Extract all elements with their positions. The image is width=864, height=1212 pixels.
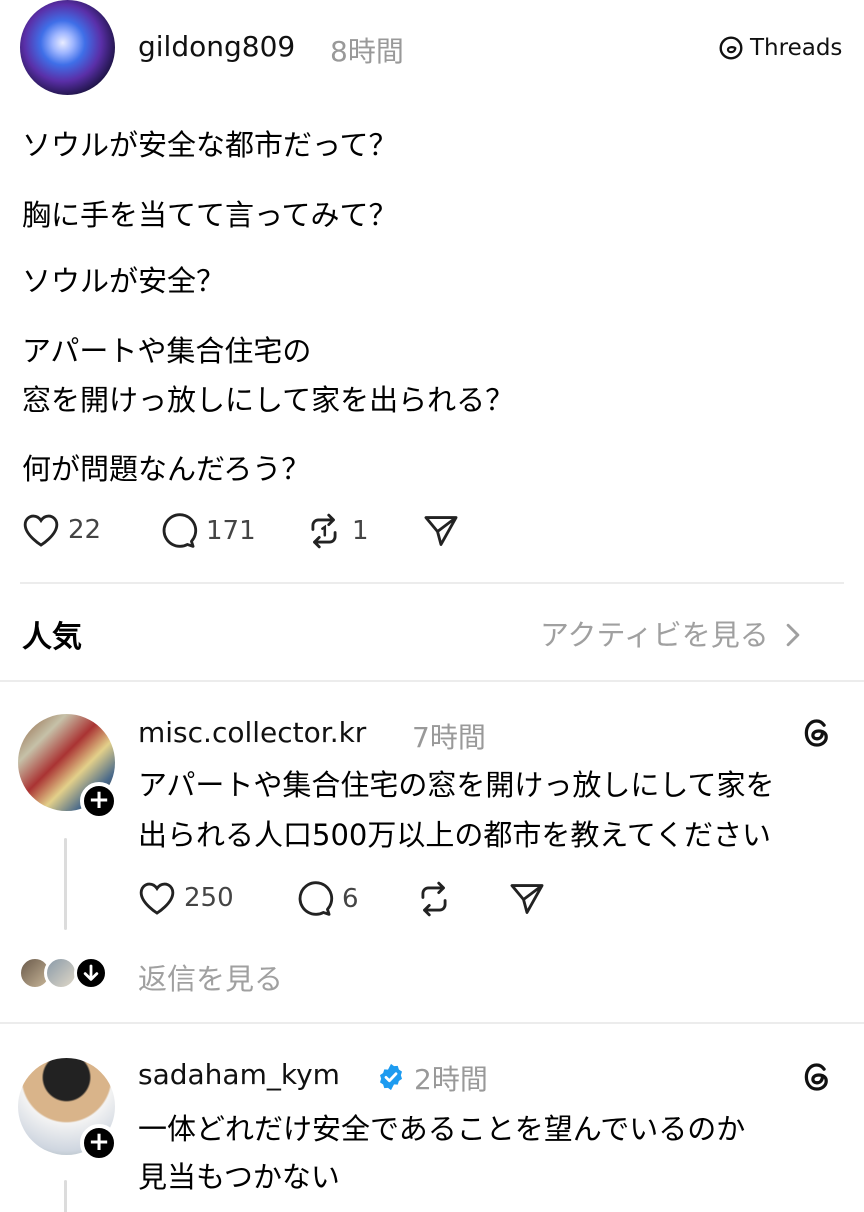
- threads-source-label: Threads: [750, 35, 843, 61]
- repost-icon: [421, 881, 447, 917]
- author-avatar[interactable]: [20, 0, 115, 95]
- chevron-right-icon: [786, 623, 800, 647]
- reply-like-button[interactable]: 250: [138, 880, 234, 916]
- reply-repost-button[interactable]: [414, 880, 454, 918]
- reply-text-line: 一体どれだけ安全であることを望んでいるのか: [138, 1112, 746, 1146]
- divider: [20, 582, 844, 584]
- share-button[interactable]: [422, 512, 460, 550]
- reply-timestamp: 7時間: [412, 721, 486, 754]
- reply-comment-button[interactable]: 6: [294, 880, 359, 918]
- reply-username[interactable]: misc.collector.kr: [138, 716, 366, 749]
- comment-count: 171: [206, 516, 256, 546]
- reply-like-count: 250: [184, 883, 234, 913]
- threads-logo-icon[interactable]: [800, 716, 834, 750]
- post-text-line: 何が問題なんだろう？: [22, 452, 311, 486]
- repost-icon: [311, 513, 337, 549]
- arrow-down-icon: [83, 964, 99, 981]
- threads-source-link[interactable]: Threads: [718, 30, 842, 66]
- divider: [0, 1022, 864, 1024]
- like-button[interactable]: 22: [22, 512, 101, 548]
- reply-text-line: アパートや集合住宅の窓を開けっ放しにして家を: [138, 768, 775, 802]
- post-timestamp: 8時間: [330, 35, 404, 68]
- threads-logo-icon: [719, 36, 743, 60]
- follow-plus-button[interactable]: +: [80, 782, 118, 820]
- section-title-popular: 人気: [22, 620, 82, 655]
- comment-button[interactable]: 171: [158, 512, 256, 550]
- reply-username[interactable]: sadaham_kym: [138, 1058, 340, 1091]
- replier-avatar: [44, 956, 78, 990]
- heart-icon: [139, 882, 175, 915]
- reply-text-line: 出られる人口500万以上の都市を教えてください: [138, 818, 772, 852]
- view-activity-label: アクティビを見る: [540, 618, 769, 652]
- comment-icon: [162, 513, 198, 548]
- divider: [0, 680, 864, 682]
- threads-logo-icon[interactable]: [800, 1060, 834, 1094]
- post-text-line: 胸に手を当てて言ってみて？: [22, 198, 398, 232]
- post-text-line: ソウルが安全？: [22, 264, 226, 298]
- share-icon: [510, 884, 544, 914]
- view-activity-link[interactable]: アクティビを見る: [540, 612, 802, 654]
- post-text-line: 窓を開けっ放しにして家を出られる？: [22, 383, 515, 417]
- reply-text-line: 見当もつかない: [138, 1160, 340, 1194]
- post-text-line: アパートや集合住宅の: [22, 334, 312, 368]
- heart-icon: [23, 514, 59, 547]
- thread-line: [64, 1180, 67, 1212]
- comment-icon: [298, 881, 334, 916]
- reply-share-button[interactable]: [508, 880, 546, 918]
- repost-button[interactable]: 1: [304, 512, 369, 550]
- repost-count: 1: [352, 516, 369, 546]
- like-count: 22: [68, 515, 102, 545]
- share-icon: [424, 516, 458, 546]
- reply-timestamp: 2時間: [414, 1063, 488, 1096]
- verified-badge-icon: [380, 1063, 402, 1091]
- follow-plus-button[interactable]: +: [80, 1124, 118, 1162]
- thread-line: [64, 838, 67, 930]
- see-replies-link[interactable]: 返信を見る: [138, 956, 283, 998]
- reply-comment-count: 6: [342, 884, 359, 914]
- author-username[interactable]: gildong809: [138, 30, 295, 63]
- post-text-line: ソウルが安全な都市だって？: [22, 128, 398, 162]
- expand-replies-button[interactable]: [74, 956, 108, 990]
